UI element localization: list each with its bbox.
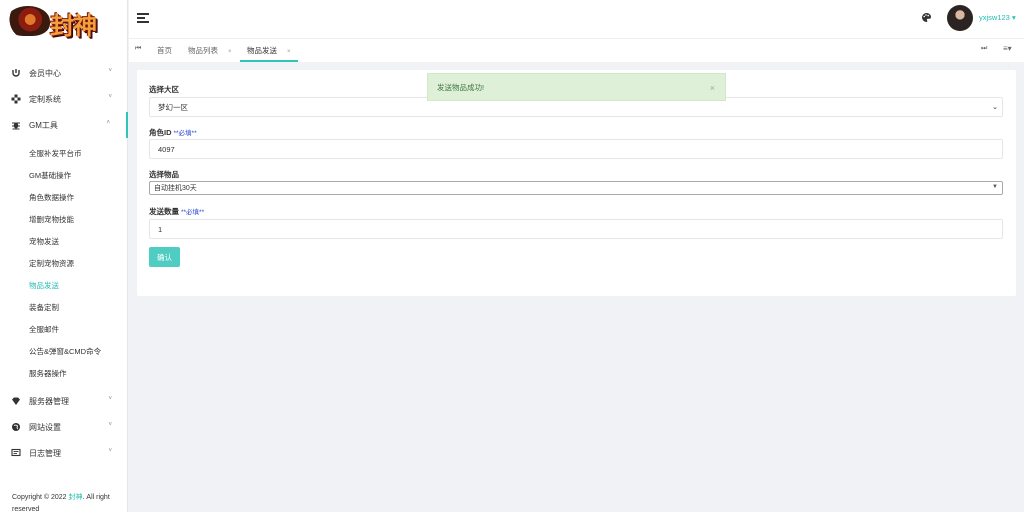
submenu-item[interactable]: 全服补发平台币	[0, 142, 128, 164]
tab-scroll-left-icon[interactable]: ⏮	[135, 45, 141, 53]
sidebar-item-label: 日志管理	[29, 448, 61, 458]
tab-label: 物品发送	[247, 46, 277, 55]
submenu-item[interactable]: 宠物发送	[0, 230, 128, 252]
sidebar: 封神 会员中心 ˅ 定制系统 ˅ GM工具 ˄ 全服补发平台币 GM基础操作 角…	[0, 0, 128, 512]
close-icon[interactable]: ×	[287, 49, 291, 55]
submenu-item[interactable]: GM基础操作	[0, 164, 128, 186]
server-select-value: 梦幻一区	[158, 102, 188, 112]
logo-emblem-icon	[6, 6, 50, 36]
role-id-input[interactable]: 4097	[149, 139, 1003, 159]
sidebar-item-server-management[interactable]: 服务器管理 ˅	[0, 388, 128, 414]
item-select-value: 自动挂机30天	[154, 185, 197, 192]
sidebar-item-member-center[interactable]: 会员中心 ˅	[0, 60, 128, 86]
tab-home[interactable]: 首页	[157, 39, 172, 62]
submenu-item-active[interactable]: 物品发送	[0, 274, 128, 296]
chevron-down-icon: ⌄	[992, 104, 998, 111]
submenu-item[interactable]: 角色数据操作	[0, 186, 128, 208]
server-label-text: 选择大区	[149, 85, 179, 94]
tab-options-icon[interactable]: ≡▾	[1003, 44, 1012, 53]
sidebar-menu: 会员中心 ˅ 定制系统 ˅ GM工具 ˄ 全服补发平台币 GM基础操作 角色数据…	[0, 60, 128, 466]
sidebar-item-label: GM工具	[29, 120, 58, 130]
globe-icon	[10, 421, 22, 433]
sidebar-item-custom-system[interactable]: 定制系统 ˅	[0, 86, 128, 112]
submenu-item[interactable]: 全服邮件	[0, 318, 128, 340]
submenu-item[interactable]: 定制宠物资源	[0, 252, 128, 274]
username: yxjsw123	[979, 13, 1010, 22]
quantity-label: 发送数量 **必填**	[149, 206, 204, 217]
diamond-icon	[10, 395, 22, 407]
sidebar-item-site-settings[interactable]: 网站设置 ˅	[0, 414, 128, 440]
caret-down-icon: ▾	[1009, 13, 1016, 22]
user-icon	[10, 67, 22, 79]
chevron-up-icon: ˄	[106, 120, 110, 126]
close-icon[interactable]: ×	[228, 49, 232, 55]
sidebar-item-label: 服务器管理	[29, 396, 69, 406]
hamburger-menu-icon[interactable]	[137, 13, 149, 23]
toast-message: 发送物品成功!	[437, 82, 485, 92]
sidebar-item-label: 网站设置	[29, 422, 61, 432]
item-select[interactable]: 自动挂机30天 ▼	[149, 181, 1003, 195]
sidebar-item-gm-tools[interactable]: GM工具 ˄	[0, 112, 128, 138]
chevron-down-icon: ˅	[108, 422, 112, 428]
user-menu[interactable]: yxjsw123 ▾	[979, 13, 1016, 22]
required-hint: **必填**	[181, 209, 205, 216]
caret-down-icon: ▼	[992, 184, 998, 190]
topbar: yxjsw123 ▾	[129, 0, 1024, 38]
role-id-value: 4097	[158, 144, 175, 154]
tab-label: 物品列表	[188, 46, 218, 55]
chevron-down-icon: ˅	[108, 94, 112, 100]
sidebar-item-label: 会员中心	[29, 68, 61, 78]
avatar[interactable]	[947, 5, 973, 31]
tab-scroll-right-icon[interactable]: ⏭	[981, 45, 987, 53]
gm-tools-submenu: 全服补发平台币 GM基础操作 角色数据操作 增删宠物技能 宠物发送 定制宠物资源…	[0, 138, 128, 388]
close-icon[interactable]: ×	[710, 83, 715, 93]
tab-bar: ⏮ 首页 物品列表 × 物品发送 × ⏭ ≡▾	[129, 38, 1024, 62]
required-hint: **必填**	[173, 130, 197, 137]
submenu-item[interactable]: 增删宠物技能	[0, 208, 128, 230]
role-id-label-text: 角色ID	[149, 128, 172, 137]
sidebar-item-log-management[interactable]: 日志管理 ˅	[0, 440, 128, 466]
sidebar-item-label: 定制系统	[29, 94, 61, 104]
item-label: 选择物品	[149, 169, 179, 180]
server-label: 选择大区	[149, 84, 179, 95]
chevron-down-icon: ˅	[108, 448, 112, 454]
chevron-down-icon: ˅	[108, 396, 112, 402]
tab-label: 首页	[157, 46, 172, 55]
confirm-button[interactable]: 确认	[149, 247, 180, 267]
palette-icon[interactable]	[921, 12, 932, 26]
tab-item-send[interactable]: 物品发送 ×	[240, 39, 298, 62]
logo[interactable]: 封神	[0, 0, 128, 42]
copyright-prefix: Copyright © 2022	[12, 494, 69, 501]
log-icon	[10, 447, 22, 459]
settings-icon	[10, 93, 22, 105]
quantity-input[interactable]: 1	[149, 219, 1003, 239]
logo-text: 封神	[50, 11, 97, 40]
submenu-item[interactable]: 公告&弹窗&CMD命令	[0, 340, 128, 362]
chevron-down-icon: ˅	[108, 68, 112, 74]
copyright: Copyright © 2022 封神. All right reserved	[12, 492, 122, 512]
quantity-label-text: 发送数量	[149, 207, 179, 216]
tab-item-list[interactable]: 物品列表 ×	[188, 39, 232, 62]
item-label-text: 选择物品	[149, 170, 179, 179]
success-toast: 发送物品成功! ×	[427, 73, 726, 101]
copyright-link[interactable]: 封神	[69, 494, 83, 501]
bug-icon	[10, 119, 22, 131]
send-item-form: 选择大区 梦幻一区 ⌄ 角色ID **必填** 4097 选择物品 自动挂机30天…	[137, 70, 1016, 296]
submenu-item[interactable]: 服务器操作	[0, 362, 128, 384]
quantity-value: 1	[158, 224, 163, 234]
submenu-item[interactable]: 装备定制	[0, 296, 128, 318]
role-id-label: 角色ID **必填**	[149, 127, 197, 138]
